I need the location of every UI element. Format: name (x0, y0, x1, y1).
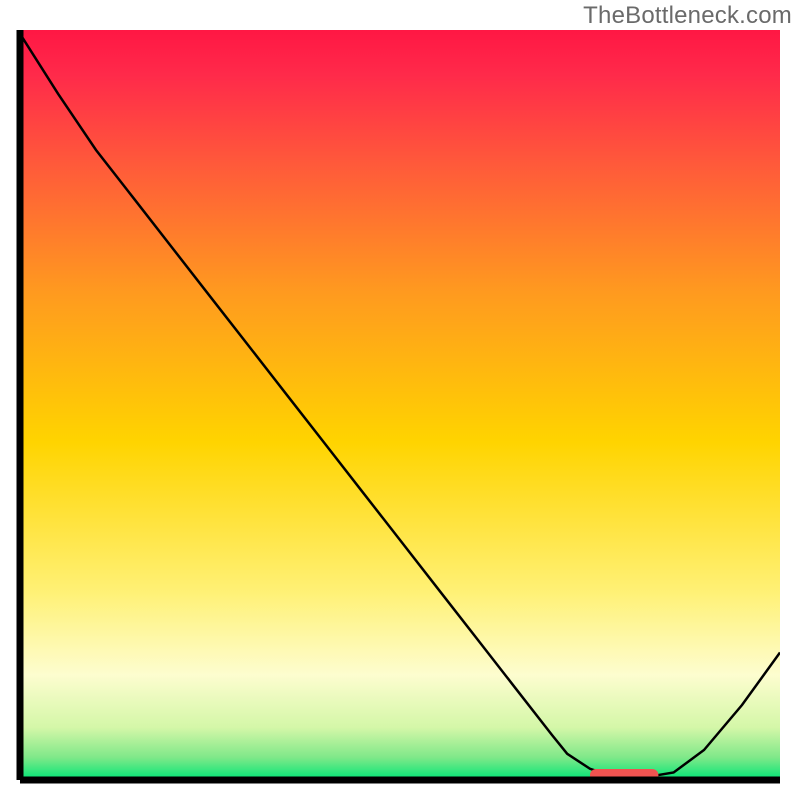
gradient-background (20, 30, 780, 780)
chart-svg (0, 0, 800, 800)
bottleneck-chart: TheBottleneck.com (0, 0, 800, 800)
watermark-label: TheBottleneck.com (583, 2, 792, 30)
